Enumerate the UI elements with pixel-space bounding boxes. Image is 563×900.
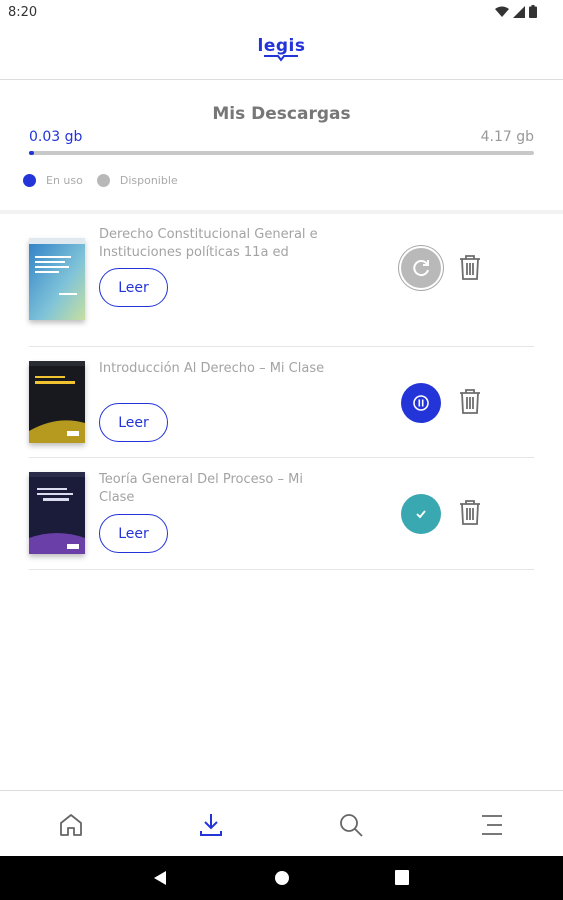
status-icons [495, 5, 537, 18]
wifi-icon [495, 6, 509, 17]
trash-icon[interactable] [458, 499, 482, 525]
legend-item-available: Disponible [96, 174, 178, 187]
legend-dot-used [23, 174, 36, 187]
storage-progress-fill [29, 151, 35, 155]
book-cover[interactable] [29, 238, 85, 320]
recents-icon[interactable] [395, 870, 409, 885]
status-time: 8:20 [8, 5, 38, 20]
list-item: Introducción Al Derecho – Mi Clase Leer [29, 347, 534, 458]
check-icon [416, 510, 426, 519]
read-button[interactable]: Leer [99, 268, 168, 307]
storage-progress-bar [29, 151, 534, 155]
menu-icon[interactable] [478, 811, 506, 839]
used-storage-label: 0.03 gb [29, 129, 83, 145]
status-bar: 8:20 [0, 0, 563, 24]
search-icon[interactable] [337, 811, 365, 839]
logo-underline-icon [264, 55, 298, 62]
list-item: Teoría General Del Proceso – Mi Clase Le… [29, 458, 534, 570]
home-circle-icon[interactable] [274, 870, 290, 886]
legend-dot-available [96, 174, 110, 187]
storage-summary: Mis Descargas 0.03 gb 4.17 gb En uso Dis… [0, 81, 563, 211]
battery-icon [529, 5, 537, 18]
system-navigation-bar [0, 856, 563, 900]
book-title: Derecho Constitucional General e Institu… [99, 227, 318, 260]
storage-legend: En uso Disponible [23, 174, 192, 187]
legend-label-used: En uso [46, 174, 83, 187]
trash-icon[interactable] [458, 254, 482, 280]
read-button[interactable]: Leer [99, 403, 168, 442]
read-button[interactable]: Leer [99, 514, 168, 553]
book-cover[interactable] [29, 361, 85, 443]
download-icon[interactable] [197, 811, 225, 839]
signal-icon [513, 5, 525, 18]
trash-icon[interactable] [458, 388, 482, 414]
pause-download-button[interactable] [401, 383, 441, 423]
home-icon[interactable] [57, 811, 85, 839]
logo: legis [0, 36, 563, 56]
downloaded-status-button[interactable] [401, 494, 441, 534]
retry-download-button[interactable] [401, 248, 441, 288]
legend-label-available: Disponible [119, 174, 178, 187]
book-title: Teoría General Del Proceso – Mi Clase [99, 472, 303, 505]
pause-icon [413, 395, 439, 423]
logo-text: legis [257, 36, 306, 56]
legend-item-used: En uso [23, 174, 83, 187]
back-icon[interactable] [153, 870, 167, 886]
list-item: Derecho Constitucional General e Institu… [29, 214, 534, 347]
app-header: legis [0, 24, 563, 80]
bottom-navigation [0, 790, 563, 856]
book-cover[interactable] [29, 472, 85, 554]
total-storage-label: 4.17 gb [480, 129, 534, 145]
refresh-icon [413, 260, 429, 277]
book-title: Introducción Al Derecho – Mi Clase [99, 361, 325, 376]
page-title: Mis Descargas [212, 104, 351, 124]
